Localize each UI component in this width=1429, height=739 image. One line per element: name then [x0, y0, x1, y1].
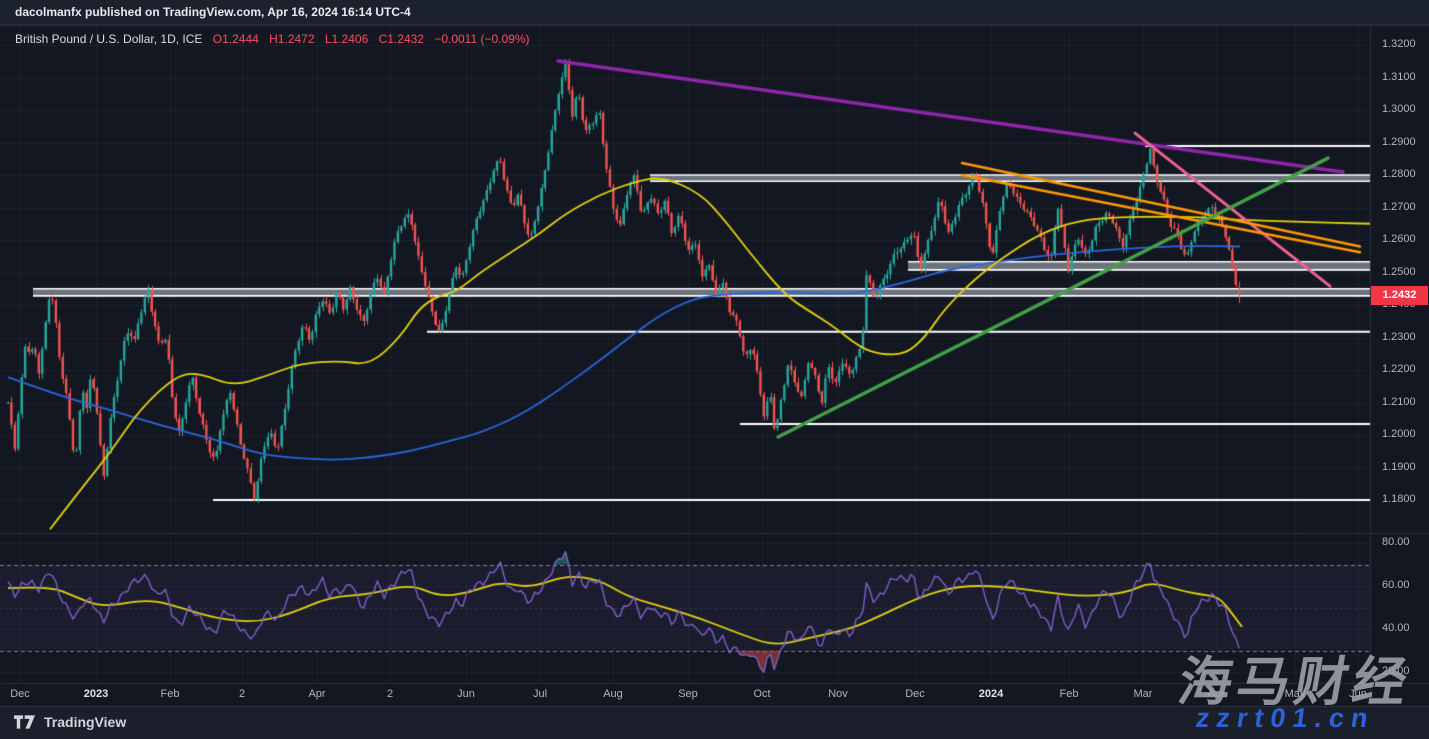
rsi-axis-label: 40.00 [1382, 622, 1410, 634]
price-axis-label: 1.3200 [1382, 38, 1416, 50]
time-axis-label: 2023 [83, 688, 109, 700]
last-price-value: 1.2432 [1382, 289, 1417, 302]
time-axis-label: 2 [386, 688, 394, 700]
price-axis-label: 1.2800 [1382, 168, 1416, 180]
tradingview-chart-page: dacolmanfx published on TradingView.com,… [0, 0, 1429, 739]
price-axis-label: 1.2500 [1382, 265, 1416, 278]
ohlc-open: O1.2444 [212, 32, 259, 46]
time-axis[interactable]: Dec 2023 Feb 2 Apr 2 Jun Jul Aug Sep Oct Nov Dec 2024… [0, 683, 1370, 706]
price-axis-label: 1.2100 [1382, 395, 1416, 408]
tradingview-logo-icon [14, 715, 36, 729]
ohlc-change: −0.0011 (−0.09%) [434, 32, 530, 46]
time-axis-label: Dec [905, 688, 925, 700]
price-axis-label: 1.2300 [1382, 330, 1416, 343]
ohlc-high: H1.2472 [269, 32, 315, 46]
time-axis-label: Nov [828, 688, 848, 700]
price-axis-label: 1.2900 [1382, 135, 1416, 148]
price-axis-label: 1.3100 [1382, 70, 1416, 83]
price-axis-label: 1.3000 [1382, 103, 1416, 115]
time-axis-label: 2024 [978, 688, 1004, 700]
price-axis-label: 1.2600 [1382, 233, 1416, 245]
time-axis-label: Apr [308, 688, 326, 700]
price-axis-label: 1.2200 [1382, 363, 1416, 375]
attribution-text: dacolmanfx published on TradingView.com,… [15, 5, 411, 19]
tradingview-logo-text: TradingView [44, 714, 127, 730]
price-axis[interactable]: 1.3200 1.3100 1.3000 1.2900 1.2800 1.2700 1.26… [1370, 25, 1429, 683]
symbol-legend[interactable]: British Pound / U.S. Dollar, 1D, ICE O1.… [15, 32, 530, 46]
watermark-url: zzrt01.cn [1193, 703, 1377, 733]
time-axis-label: Feb [160, 688, 180, 700]
time-axis-label: Oct [753, 688, 771, 700]
time-axis-label: Aug [603, 688, 623, 700]
rsi-axis-label: 80.00 [1382, 536, 1410, 548]
attribution-bar: dacolmanfx published on TradingView.com,… [0, 0, 1429, 25]
rsi-axis-label: 60.00 [1382, 579, 1410, 591]
chart-canvas[interactable] [0, 0, 1429, 739]
symbol-title: British Pound / U.S. Dollar, 1D, ICE [15, 32, 203, 46]
time-axis-label: Dec [10, 688, 30, 700]
time-axis-label: Feb [1059, 688, 1079, 700]
ohlc-low: L1.2406 [324, 32, 369, 46]
last-price-badge: 1.2432 [1371, 285, 1428, 305]
time-axis-label: Mar [1133, 688, 1153, 700]
price-axis-label: 1.1800 [1382, 493, 1416, 505]
time-axis-label: 2 [238, 688, 246, 700]
ohlc-close: C1.2432 [378, 32, 424, 46]
price-axis-label: 1.1900 [1382, 460, 1416, 473]
time-axis-label: Sep [678, 688, 698, 700]
tradingview-logo[interactable]: TradingView [14, 714, 126, 730]
time-axis-label: Jun [457, 688, 475, 700]
price-axis-label: 1.2000 [1382, 428, 1416, 440]
time-axis-label: Jul [532, 688, 548, 700]
price-axis-label: 1.2700 [1382, 200, 1416, 213]
